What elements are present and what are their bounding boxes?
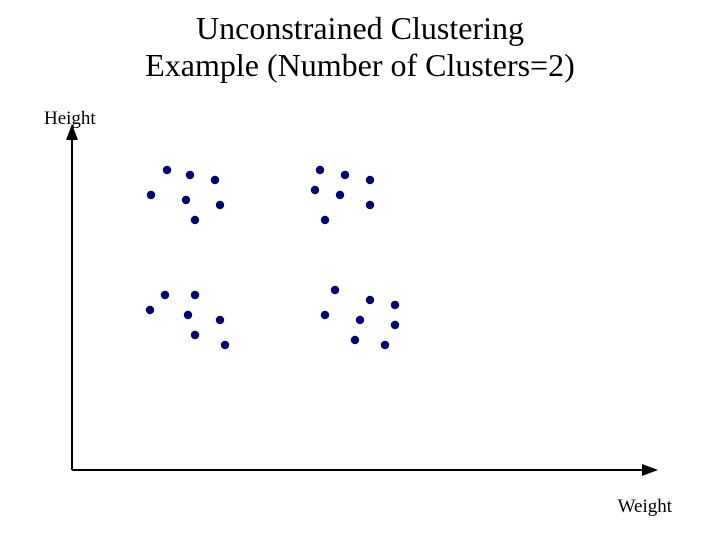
x-axis-label: Weight <box>618 496 672 518</box>
scatter-plot <box>60 130 660 480</box>
title-line-1: Unconstrained Clustering <box>196 10 524 46</box>
title-line-2: Example (Number of Clusters=2) <box>145 47 575 83</box>
data-point <box>221 341 229 349</box>
data-point <box>191 216 199 224</box>
data-point <box>321 311 329 319</box>
data-point <box>191 331 199 339</box>
data-point <box>163 166 171 174</box>
data-point <box>182 196 190 204</box>
x-axis-arrow-icon <box>642 464 658 476</box>
points-group <box>146 166 399 349</box>
data-point <box>366 296 374 304</box>
data-point <box>356 316 364 324</box>
data-point <box>216 316 224 324</box>
data-point <box>366 176 374 184</box>
data-point <box>146 306 154 314</box>
data-point <box>391 321 399 329</box>
data-point <box>316 166 324 174</box>
plot-svg <box>60 130 660 480</box>
data-point <box>211 176 219 184</box>
data-point <box>321 216 329 224</box>
data-point <box>351 336 359 344</box>
data-point <box>391 301 399 309</box>
data-point <box>381 341 389 349</box>
data-point <box>161 291 169 299</box>
data-point <box>216 201 224 209</box>
data-point <box>147 191 155 199</box>
data-point <box>191 291 199 299</box>
data-point <box>331 286 339 294</box>
data-point <box>186 171 194 179</box>
data-point <box>311 186 319 194</box>
data-point <box>366 201 374 209</box>
data-point <box>336 191 344 199</box>
data-point <box>341 171 349 179</box>
data-point <box>184 311 192 319</box>
slide-title: Unconstrained Clustering Example (Number… <box>0 10 720 84</box>
y-axis-label: Height <box>44 108 96 130</box>
slide: Unconstrained Clustering Example (Number… <box>0 0 720 540</box>
